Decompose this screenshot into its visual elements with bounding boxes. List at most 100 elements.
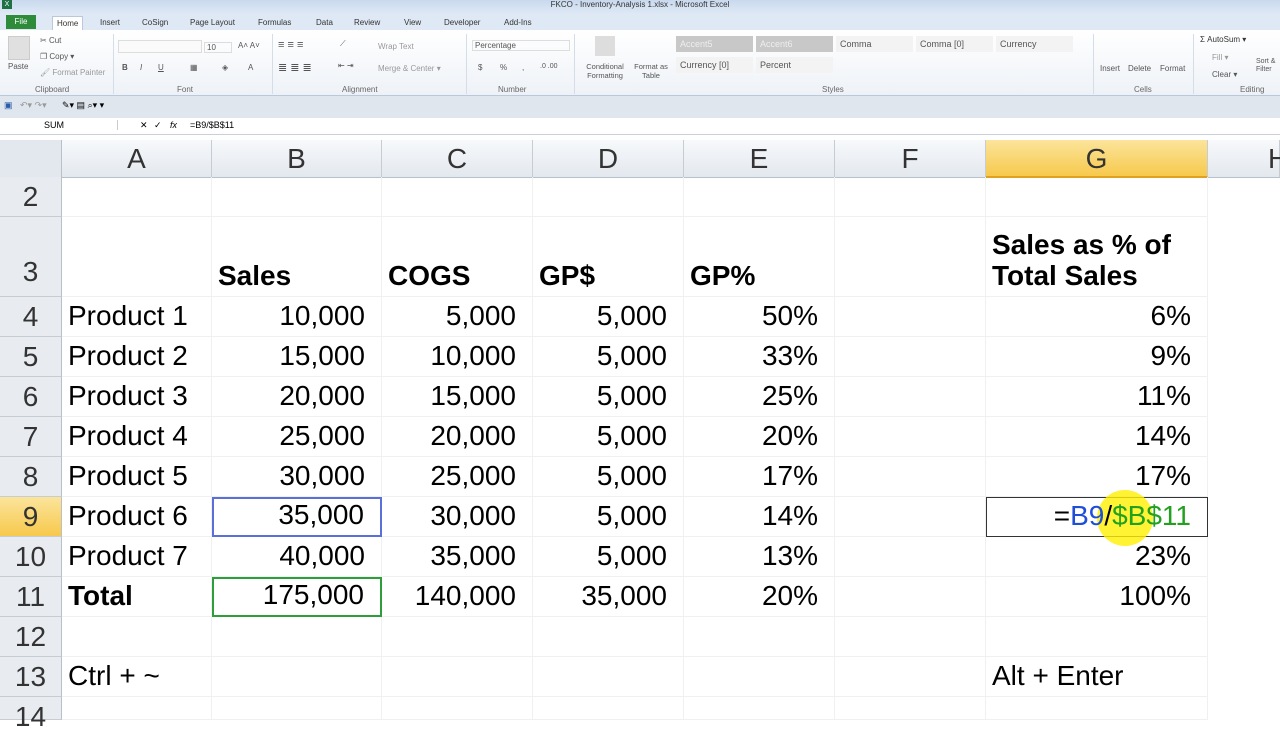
- row-header-14[interactable]: 14: [0, 697, 62, 732]
- cell-A7[interactable]: Product 4: [62, 417, 212, 457]
- cell-E2[interactable]: [684, 177, 835, 217]
- cell-C2[interactable]: [382, 177, 533, 217]
- cell-D13[interactable]: [533, 657, 684, 697]
- cancel-icon[interactable]: ✕: [140, 120, 148, 131]
- excel-app-icon[interactable]: X: [2, 0, 12, 9]
- cell-B14[interactable]: [212, 697, 382, 720]
- fill-button[interactable]: Fill ▾: [1212, 53, 1228, 62]
- cell-F5[interactable]: [835, 337, 986, 377]
- row-header-8[interactable]: 8: [0, 457, 62, 497]
- cell-E13[interactable]: [684, 657, 835, 697]
- tab-view[interactable]: View: [400, 16, 425, 30]
- merge-center-button[interactable]: Merge & Center ▾: [378, 64, 441, 73]
- column-header-B[interactable]: B: [212, 140, 382, 178]
- cell-B11[interactable]: 175,000: [212, 577, 382, 617]
- row-header-11[interactable]: 11: [0, 577, 62, 617]
- cell-F2[interactable]: [835, 177, 986, 217]
- cell-C4[interactable]: 5,000: [382, 297, 533, 337]
- autosum-button[interactable]: Σ AutoSum ▾: [1200, 35, 1246, 44]
- fill-color-icon[interactable]: ◈: [222, 63, 228, 72]
- cell-F14[interactable]: [835, 697, 986, 720]
- cell-E12[interactable]: [684, 617, 835, 657]
- cell-A6[interactable]: Product 3: [62, 377, 212, 417]
- cell-E4[interactable]: 50%: [684, 297, 835, 337]
- cell-A3[interactable]: [62, 217, 212, 297]
- cell-G7[interactable]: 14%: [986, 417, 1208, 457]
- cell-D5[interactable]: 5,000: [533, 337, 684, 377]
- cell-C6[interactable]: 15,000: [382, 377, 533, 417]
- enter-icon[interactable]: ✓: [154, 120, 162, 131]
- cell-E10[interactable]: 13%: [684, 537, 835, 577]
- cell-style-1[interactable]: Accent6: [756, 36, 833, 52]
- paste-icon[interactable]: [8, 36, 30, 60]
- cell-A11[interactable]: Total: [62, 577, 212, 617]
- cell-E5[interactable]: 33%: [684, 337, 835, 377]
- cell-G14[interactable]: [986, 697, 1208, 720]
- number-format-select[interactable]: Percentage: [472, 40, 570, 51]
- cell-G9[interactable]: = B9/$B$11: [986, 490, 1208, 546]
- column-header-F[interactable]: F: [835, 140, 986, 178]
- cell-G2[interactable]: [986, 177, 1208, 217]
- column-header-A[interactable]: A: [62, 140, 212, 178]
- cell-F12[interactable]: [835, 617, 986, 657]
- tab-page-layout[interactable]: Page Layout: [186, 16, 239, 30]
- cell-C14[interactable]: [382, 697, 533, 720]
- cell-B4[interactable]: 10,000: [212, 297, 382, 337]
- cell-A2[interactable]: [62, 177, 212, 217]
- column-header-G[interactable]: G: [986, 140, 1208, 178]
- bold-button[interactable]: B: [122, 63, 128, 72]
- row-header-4[interactable]: 4: [0, 297, 62, 337]
- column-header-C[interactable]: C: [382, 140, 533, 178]
- cell-D11[interactable]: 35,000: [533, 577, 684, 617]
- cell-A5[interactable]: Product 2: [62, 337, 212, 377]
- cell-E9[interactable]: 14%: [684, 497, 835, 537]
- cell-D7[interactable]: 5,000: [533, 417, 684, 457]
- undo-icon[interactable]: ↶▾ ↷▾: [20, 100, 47, 111]
- cell-B10[interactable]: 40,000: [212, 537, 382, 577]
- cell-E7[interactable]: 20%: [684, 417, 835, 457]
- tab-file[interactable]: File: [6, 15, 36, 29]
- insert-cells-button[interactable]: Insert: [1100, 64, 1120, 73]
- tab-cosign[interactable]: CoSign: [138, 16, 172, 30]
- row-header-12[interactable]: 12: [0, 617, 62, 657]
- cell-F3[interactable]: [835, 217, 986, 297]
- cell-D9[interactable]: 5,000: [533, 497, 684, 537]
- tab-developer[interactable]: Developer: [440, 16, 484, 30]
- cell-A9[interactable]: Product 6: [62, 497, 212, 537]
- cell-B3[interactable]: Sales: [212, 217, 382, 297]
- cell-B9[interactable]: 35,000: [212, 497, 382, 537]
- tab-home[interactable]: Home: [52, 16, 84, 30]
- row-header-2[interactable]: 2: [0, 177, 62, 217]
- cell-A4[interactable]: Product 1: [62, 297, 212, 337]
- cell-C9[interactable]: 30,000: [382, 497, 533, 537]
- select-all-corner[interactable]: [0, 140, 62, 178]
- cell-A10[interactable]: Product 7: [62, 537, 212, 577]
- font-color-icon[interactable]: A: [248, 63, 253, 72]
- cell-D8[interactable]: 5,000: [533, 457, 684, 497]
- save-icon[interactable]: ▣: [4, 100, 13, 111]
- row-header-3[interactable]: 3: [0, 217, 62, 297]
- cell-style-2[interactable]: Comma: [836, 36, 913, 52]
- wrap-text-button[interactable]: Wrap Text: [378, 42, 414, 51]
- grow-font-icon[interactable]: A˄ A˅: [238, 41, 260, 50]
- cell-E3[interactable]: GP%: [684, 217, 835, 297]
- conditional-formatting-button[interactable]: Conditional Formatting: [580, 62, 630, 80]
- insert-function-icon[interactable]: fx: [170, 120, 177, 130]
- cell-C12[interactable]: [382, 617, 533, 657]
- row-header-5[interactable]: 5: [0, 337, 62, 377]
- row-header-10[interactable]: 10: [0, 537, 62, 577]
- cell-G12[interactable]: [986, 617, 1208, 657]
- cell-G10[interactable]: 23%: [986, 537, 1208, 577]
- cell-E8[interactable]: 17%: [684, 457, 835, 497]
- decimal-icon[interactable]: .0 .00: [540, 63, 558, 70]
- percent-button[interactable]: %: [500, 63, 507, 72]
- clear-button[interactable]: Clear ▾: [1212, 70, 1237, 79]
- tab-formulas[interactable]: Formulas: [254, 16, 295, 30]
- borders-icon[interactable]: ▦: [190, 63, 198, 72]
- cut-button[interactable]: ✂ Cut: [40, 36, 61, 45]
- comma-button[interactable]: ,: [522, 63, 524, 72]
- cell-E14[interactable]: [684, 697, 835, 720]
- cell-A12[interactable]: [62, 617, 212, 657]
- font-size-select[interactable]: 10: [204, 42, 232, 53]
- align-top-icon[interactable]: ≡ ≡ ≡: [278, 39, 303, 51]
